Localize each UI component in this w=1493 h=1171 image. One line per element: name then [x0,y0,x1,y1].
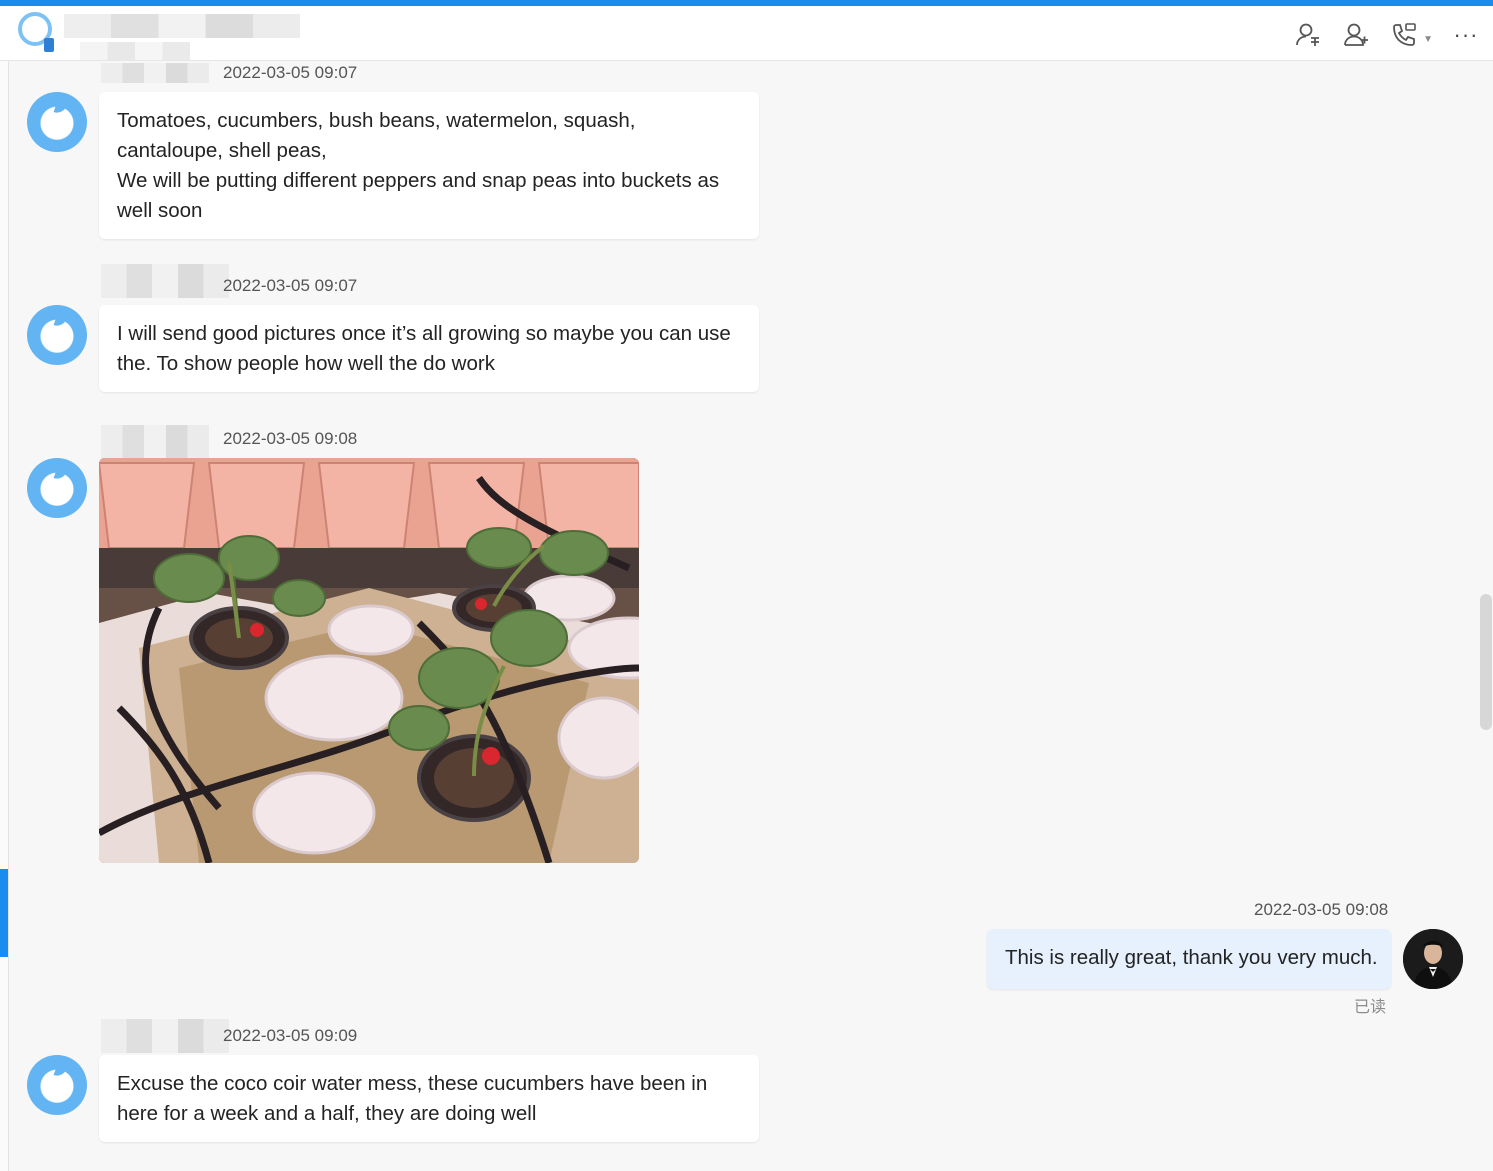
call-icon [1393,23,1416,46]
message-line: well soon [117,199,203,222]
message-bubble[interactable]: This is really great, thank you very muc… [987,929,1391,989]
sender-name-redacted [101,264,229,298]
more-icon: ··· [1453,22,1479,47]
contact-subtitle-redacted [80,42,190,60]
message-line: Excuse the coco coir water mess, these c… [117,1072,708,1095]
message-line: Tomatoes, cucumbers, bush beans, waterme… [117,109,636,132]
header-toolbar: ▼ ··· [1293,20,1481,50]
person-photo-icon [1403,929,1463,989]
sender-name-redacted [101,63,209,83]
add-member-icon [1344,23,1369,46]
message-timestamp: 2022-03-05 09:08 [223,429,358,448]
message-bubble[interactable]: Tomatoes, cucumbers, bush beans, waterme… [99,92,759,239]
sender-name-redacted [101,1019,229,1053]
sender-avatar[interactable] [27,92,87,152]
chat-header: ▼ ··· [0,6,1493,61]
message-line: We will be putting different peppers and… [117,169,720,192]
read-receipt: 已读 [1354,997,1387,1016]
message-timestamp: 2022-03-05 09:08 [1254,900,1389,919]
left-panel-edge [0,61,9,1171]
chat-scrollbar[interactable] [1480,594,1492,730]
message-line: This is really great, thank you very muc… [1005,946,1378,969]
add-member-button[interactable] [1341,20,1371,50]
sender-avatar[interactable] [27,458,87,518]
add-contact-icon [1296,23,1320,46]
hydroponic-plants-photo [99,458,639,863]
message-timestamp: 2022-03-05 09:07 [223,276,358,295]
more-options-button[interactable]: ··· [1451,20,1481,50]
sender-name-redacted [101,425,209,459]
my-avatar[interactable] [1403,929,1463,989]
message-line: here for a week and a half, they are doi… [117,1102,537,1125]
message-line: I will send good pictures once it’s all … [117,322,731,345]
sender-avatar[interactable] [27,1055,87,1115]
add-contact-button[interactable] [1293,20,1323,50]
message-timestamp: 2022-03-05 09:09 [223,1026,358,1045]
message-timestamp: 2022-03-05 09:07 [223,63,358,82]
sender-avatar[interactable] [27,305,87,365]
call-options-chevron-down-icon[interactable]: ▼ [1423,34,1433,45]
contact-avatar[interactable] [18,12,54,52]
message-line: cantaloupe, shell peas, [117,139,327,162]
contact-name-redacted [64,14,300,38]
call-button[interactable] [1389,20,1419,50]
message-bubble[interactable]: I will send good pictures once it’s all … [99,305,759,392]
message-image[interactable] [99,458,639,863]
active-indicator [0,869,8,957]
message-line: the. To show people how well the do work [117,352,495,375]
message-bubble[interactable]: Excuse the coco coir water mess, these c… [99,1055,759,1142]
